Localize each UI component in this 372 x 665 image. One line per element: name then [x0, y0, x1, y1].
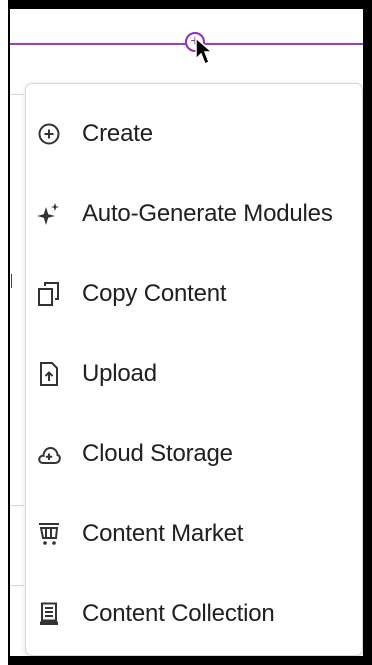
menu-item-cloud-storage[interactable]: Cloud Storage: [26, 414, 362, 494]
menu-item-content-market[interactable]: Content Market: [26, 494, 362, 574]
cart-icon: [37, 522, 61, 546]
background-edge-glyph: [11, 274, 17, 288]
frame-top: [0, 0, 372, 9]
copy-icon: [37, 282, 61, 306]
menu-item-auto-generate-modules[interactable]: Auto-Generate Modules: [26, 174, 362, 254]
frame-bottom: [0, 656, 372, 665]
cloud-plus-icon: [37, 442, 61, 466]
upload-file-icon: [37, 362, 61, 386]
plus-icon: +: [190, 33, 200, 50]
background-divider: [10, 585, 24, 586]
page: + Create Auto-Generate Modules Copy Cont…: [0, 0, 372, 665]
menu-item-content-collection[interactable]: Content Collection: [26, 574, 362, 654]
menu-item-create[interactable]: Create: [26, 94, 362, 174]
menu-item-upload[interactable]: Upload: [26, 334, 362, 414]
menu-item-label: Copy Content: [82, 280, 227, 307]
collection-icon: [37, 602, 61, 626]
sparkle-icon: [37, 202, 61, 226]
menu-item-label: Content Collection: [82, 600, 275, 627]
menu-item-label: Create: [82, 120, 153, 147]
frame-left: [0, 0, 10, 665]
background-divider: [10, 94, 24, 95]
frame-right: [363, 0, 372, 665]
add-content-handle[interactable]: +: [185, 32, 205, 52]
background-divider: [10, 505, 24, 506]
menu-item-label: Content Market: [82, 520, 244, 547]
menu-item-label: Auto-Generate Modules: [82, 200, 333, 227]
add-content-menu: Create Auto-Generate Modules Copy Conten…: [25, 83, 363, 656]
menu-item-label: Cloud Storage: [82, 440, 233, 467]
plus-circle-icon: [37, 122, 61, 146]
menu-item-copy-content[interactable]: Copy Content: [26, 254, 362, 334]
menu-item-label: Upload: [82, 360, 157, 387]
